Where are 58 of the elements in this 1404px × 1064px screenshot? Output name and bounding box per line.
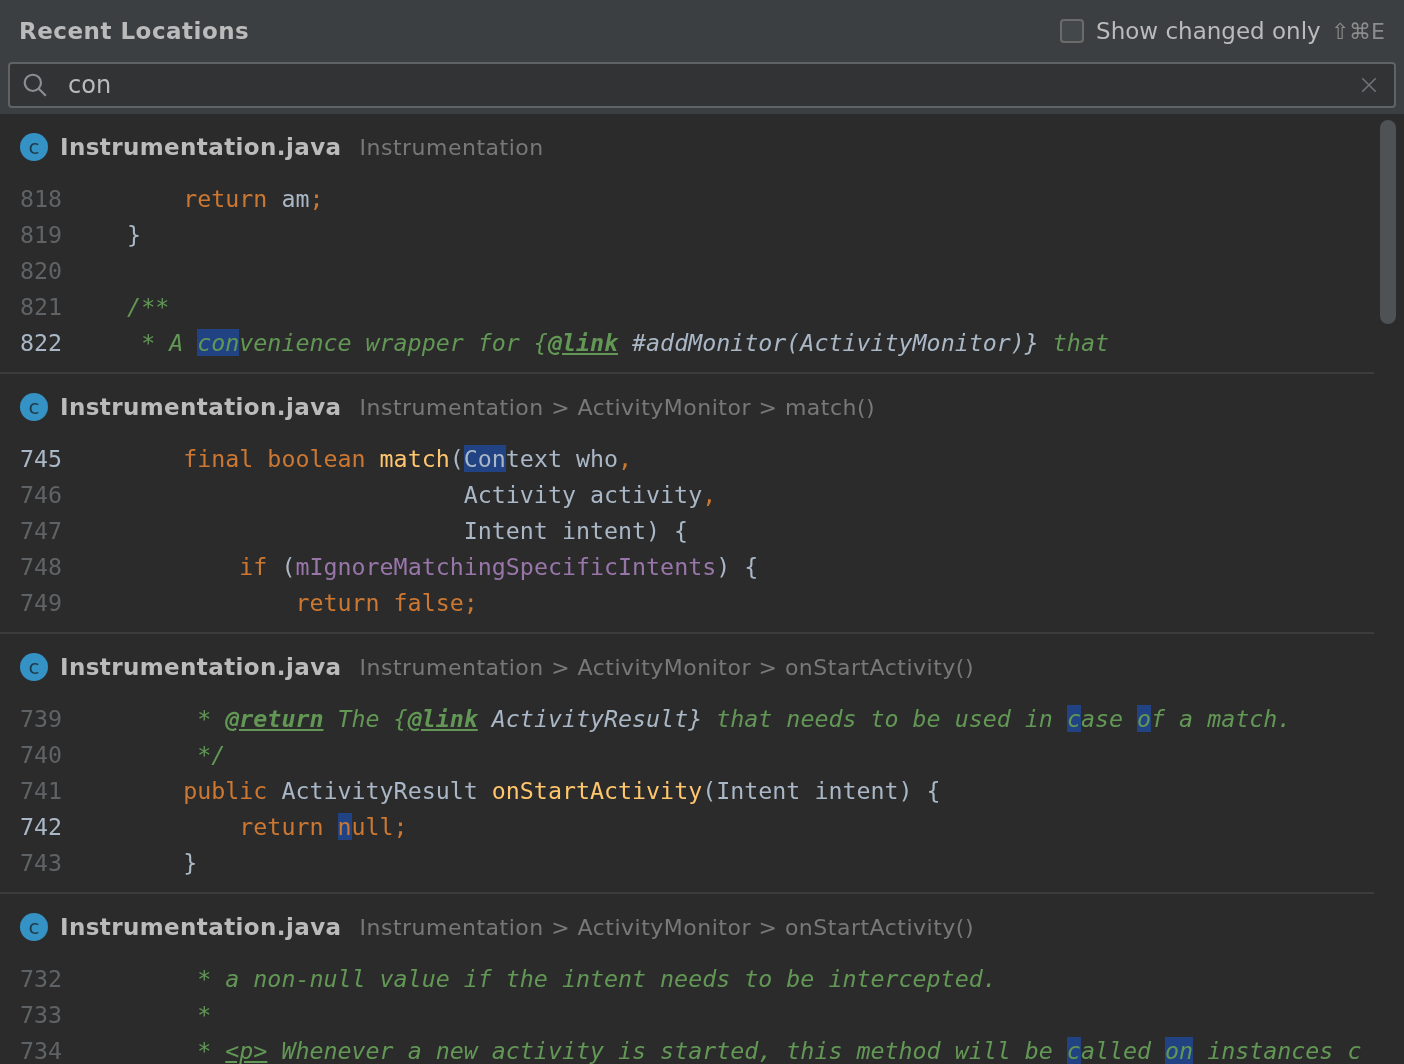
code-line: */ xyxy=(196,740,226,768)
line-number: 743 xyxy=(19,848,64,876)
code-line: * xyxy=(196,1000,212,1028)
code-line: final boolean match(Context who, xyxy=(182,444,633,472)
line-number: 740 xyxy=(19,740,64,768)
breadcrumb-path: Instrumentation > ActivityMonitor > onStartActivity() xyxy=(359,914,974,940)
line-number: 748 xyxy=(19,552,64,580)
line-number: 741 xyxy=(19,776,64,804)
code-line: } xyxy=(126,220,142,248)
scrollbar[interactable] xyxy=(1374,114,1404,1064)
line-number: 749 xyxy=(19,588,64,616)
line-number: 821 xyxy=(19,292,64,320)
search-icon xyxy=(22,72,48,98)
code-line: public ActivityResult onStartActivity(Intent intent) { xyxy=(182,776,941,804)
location-card[interactable] xyxy=(0,634,1374,894)
code-line: * A convenience wrapper for {@link #addMonitor(ActivityMonitor)} that xyxy=(140,328,1109,356)
search-field[interactable]: con xyxy=(8,62,1396,108)
file-name: Instrumentation.java xyxy=(60,394,342,420)
class-icon: c xyxy=(20,653,48,681)
line-number: 746 xyxy=(19,480,64,508)
code-line: Intent intent) { xyxy=(462,516,689,544)
code-line: Activity activity, xyxy=(462,480,717,508)
code-line: * a non-null value if the intent needs to be intercepted. xyxy=(196,964,997,992)
location-card[interactable] xyxy=(0,374,1374,634)
line-number: 742 xyxy=(19,812,64,840)
line-number: 747 xyxy=(19,516,64,544)
line-number: 745 xyxy=(19,444,64,472)
file-name: Instrumentation.java xyxy=(60,654,342,680)
popup-title: Recent Locations xyxy=(19,18,251,44)
code-line: return am; xyxy=(182,184,324,212)
file-name: Instrumentation.java xyxy=(60,914,342,940)
class-icon: c xyxy=(20,393,48,421)
line-number: 822 xyxy=(19,328,64,356)
line-number: 819 xyxy=(19,220,64,248)
class-icon: c xyxy=(20,913,48,941)
breadcrumb-path: Instrumentation > ActivityMonitor > onStartActivity() xyxy=(359,654,974,680)
code-line: /** xyxy=(126,292,170,320)
line-number: 739 xyxy=(19,704,64,732)
code-line: return null; xyxy=(238,812,408,840)
breadcrumb-path: Instrumentation > ActivityMonitor > match() xyxy=(359,394,876,420)
line-number: 733 xyxy=(19,1000,64,1028)
code-line: } xyxy=(182,848,198,876)
line-number: 734 xyxy=(19,1036,64,1064)
line-number: 818 xyxy=(19,184,64,212)
code-line: if (mIgnoreMatchingSpecificIntents) { xyxy=(238,552,759,580)
checkbox[interactable] xyxy=(1060,19,1085,43)
breadcrumb-path: Instrumentation xyxy=(359,134,544,160)
show-changed-only-checkbox[interactable]: Show changed only xyxy=(1060,18,1321,44)
clear-icon[interactable] xyxy=(1360,76,1378,94)
file-name: Instrumentation.java xyxy=(60,134,342,160)
code-line: * @return The {@link ActivityResult} that needs to be used in case of a match. xyxy=(196,704,1292,732)
code-line: * <p> Whenever a new activity is started, this method will be called on instances c xyxy=(196,1036,1362,1064)
class-icon: c xyxy=(20,133,48,161)
line-number: 732 xyxy=(19,964,64,992)
location-card[interactable]: c Instrumentation.java Instrumentation 818 return am; 819 } 820 821 /** 822 * A convenience wrapper for {@link #addMonitor(ActivityMonitor)} that xyxy=(0,114,1374,374)
line-number: 820 xyxy=(19,256,64,284)
shortcut-hint: ⇧⌘E xyxy=(1330,18,1385,44)
code-line: return false; xyxy=(294,588,478,616)
